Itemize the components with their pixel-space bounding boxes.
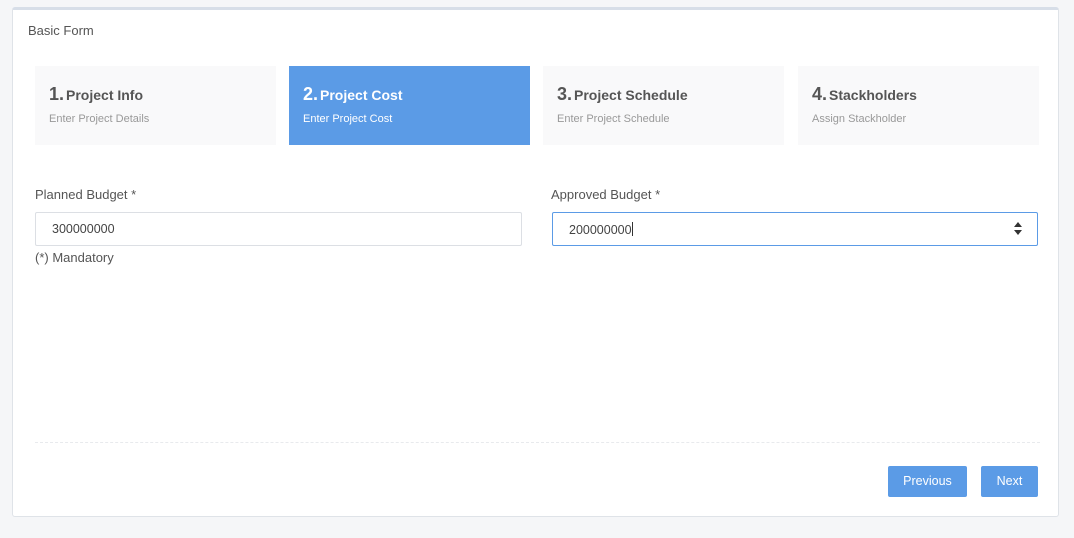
wizard-steps: 1. Project Info Enter Project Details 2. P… — [35, 66, 1040, 145]
spinner-down-icon[interactable] — [1014, 230, 1022, 235]
basic-form-card: Basic Form 1. Project Info Enter Project … — [12, 7, 1059, 517]
step-title: Project Schedule — [574, 87, 688, 103]
form-divider — [35, 442, 1040, 443]
step-project-cost[interactable]: 2. Project Cost Enter Project Cost — [289, 66, 530, 145]
step-number: 3. — [557, 84, 573, 104]
next-button[interactable]: Next — [981, 466, 1038, 497]
previous-button[interactable]: Previous — [888, 466, 967, 497]
step-subtitle: Enter Project Details — [49, 113, 150, 125]
step-stackholders[interactable]: 4. Stackholders Assign Stackholder — [798, 66, 1039, 145]
step-number: 1. — [49, 84, 65, 104]
step-title: Stackholders — [829, 87, 917, 103]
step-number: 4. — [812, 84, 828, 104]
number-spinner[interactable] — [1013, 221, 1023, 237]
step-title: Project Info — [66, 87, 144, 103]
approved-budget-input[interactable]: 200000000 — [552, 212, 1038, 246]
step-subtitle: Enter Project Cost — [303, 113, 393, 125]
step-title: Project Cost — [320, 87, 403, 103]
mandatory-note: (*) Mandatory — [35, 250, 114, 265]
card-title: Basic Form — [28, 23, 94, 38]
approved-budget-value: 200000000 — [569, 223, 632, 237]
approved-budget-label: Approved Budget * — [551, 187, 661, 202]
step-subtitle: Assign Stackholder — [812, 113, 907, 125]
step-number: 2. — [303, 84, 319, 104]
text-caret — [631, 222, 633, 236]
planned-budget-value: 300000000 — [52, 222, 115, 236]
step-subtitle: Enter Project Schedule — [557, 113, 670, 125]
spinner-up-icon[interactable] — [1014, 222, 1022, 227]
step-project-schedule[interactable]: 3. Project Schedule Enter Project Schedul… — [543, 66, 784, 145]
step-project-info[interactable]: 1. Project Info Enter Project Details — [35, 66, 276, 145]
planned-budget-input[interactable]: 300000000 — [35, 212, 522, 246]
planned-budget-label: Planned Budget * — [35, 187, 137, 202]
